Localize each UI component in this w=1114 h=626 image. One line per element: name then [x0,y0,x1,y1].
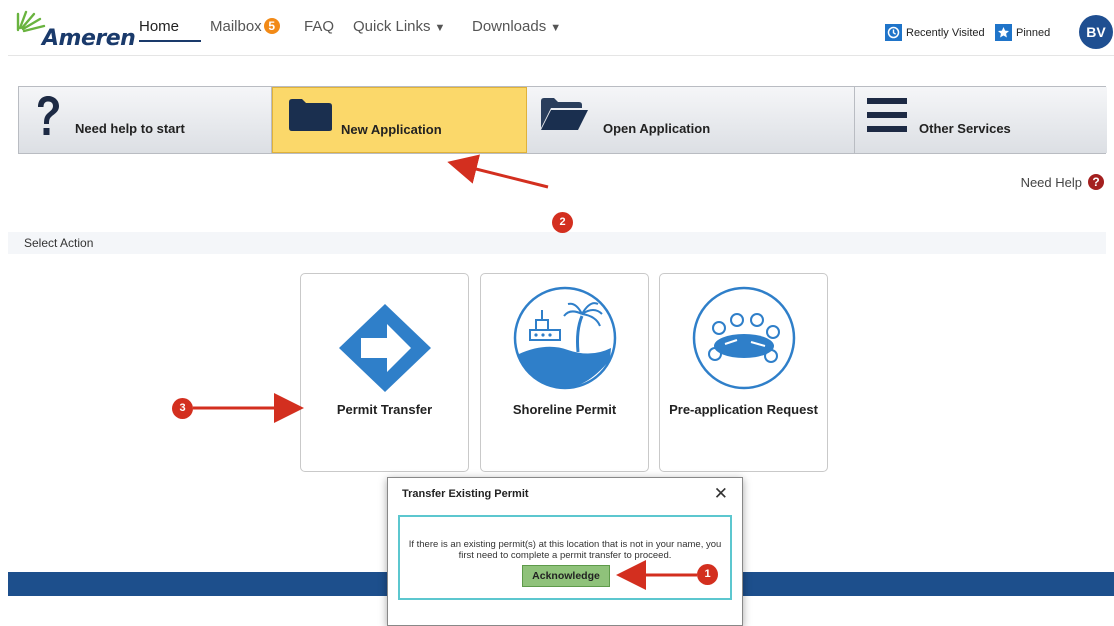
pinned-button[interactable]: Pinned [995,24,1050,41]
card-pre-application-request-label: Pre-application Request [669,402,818,417]
nav-home[interactable]: Home [139,18,179,35]
card-shoreline-permit-label: Shoreline Permit [512,402,617,417]
card-shoreline-permit[interactable]: Shoreline Permit [480,273,649,472]
folder-icon [289,99,332,131]
nav-downloads[interactable]: Downloads ▼ [472,18,561,35]
nav-downloads-label: Downloads [472,18,547,35]
history-icon [885,24,902,41]
active-nav-indicator [139,40,201,42]
acknowledge-button[interactable]: Acknowledge [522,565,610,587]
nav-quick-links-label: Quick Links [353,18,431,35]
tab-other-services-label: Other Services [919,121,1011,136]
card-permit-transfer[interactable]: Permit Transfer [300,273,469,472]
pinned-label: Pinned [1016,26,1051,39]
need-help-label: Need Help [1020,174,1082,190]
brand-name: Ameren [42,26,136,51]
shoreline-icon [513,286,617,390]
annotation-marker-1: 1 [697,564,718,585]
tab-need-help-label: Need help to start [75,121,185,136]
tab-new-application[interactable]: New Application [272,87,527,153]
open-folder-icon [541,98,588,130]
close-icon[interactable]: ✕ [714,484,728,504]
nav-quick-links[interactable]: Quick Links ▼ [353,18,445,35]
question-icon [38,96,59,135]
chevron-down-icon: ▼ [550,22,562,34]
annotation-marker-2: 2 [552,212,573,233]
tab-other-services[interactable]: Other Services [855,87,1107,153]
nav-mailbox[interactable]: Mailbox 5 [210,18,280,35]
card-permit-transfer-label: Permit Transfer [336,402,433,417]
mailbox-count-badge: 5 [263,18,280,34]
top-navigation: Ameren Home Mailbox 5 FAQ Quick Links ▼ Do… [8,0,1114,56]
dialog-title: Transfer Existing Permit [402,488,529,500]
annotation-arrow [447,154,549,189]
tab-open-application[interactable]: Open Application [527,87,855,153]
application-tabs: Need help to start New Application Open … [18,86,1107,154]
arrow-diamond-icon [339,304,431,392]
recently-visited-label: Recently Visited [906,26,985,39]
meeting-icon [692,286,796,390]
need-help-link[interactable]: Need Help ? [1021,174,1104,190]
recently-visited-button[interactable]: Recently Visited [885,24,985,41]
annotation-marker-3: 3 [172,398,193,419]
section-title: Select Action [8,232,1106,254]
tab-need-help[interactable]: Need help to start [19,87,272,153]
transfer-permit-dialog: Transfer Existing Permit ✕ If there is a… [387,477,743,626]
chevron-down-icon: ▼ [434,22,446,34]
tab-open-application-label: Open Application [603,121,711,136]
nav-mailbox-label: Mailbox [210,18,262,35]
ameren-logo[interactable]: Ameren [14,4,136,52]
help-icon: ? [1088,174,1104,190]
dialog-body: If there is an existing permit(s) at thi… [398,515,732,600]
star-icon [995,24,1012,41]
nav-faq[interactable]: FAQ [304,18,334,35]
card-pre-application-request[interactable]: Pre-application Request [659,273,828,472]
tab-new-application-label: New Application [341,122,442,137]
dialog-message: If there is an existing permit(s) at thi… [408,539,722,561]
menu-icon [867,98,907,132]
user-avatar[interactable]: BV [1079,15,1113,49]
